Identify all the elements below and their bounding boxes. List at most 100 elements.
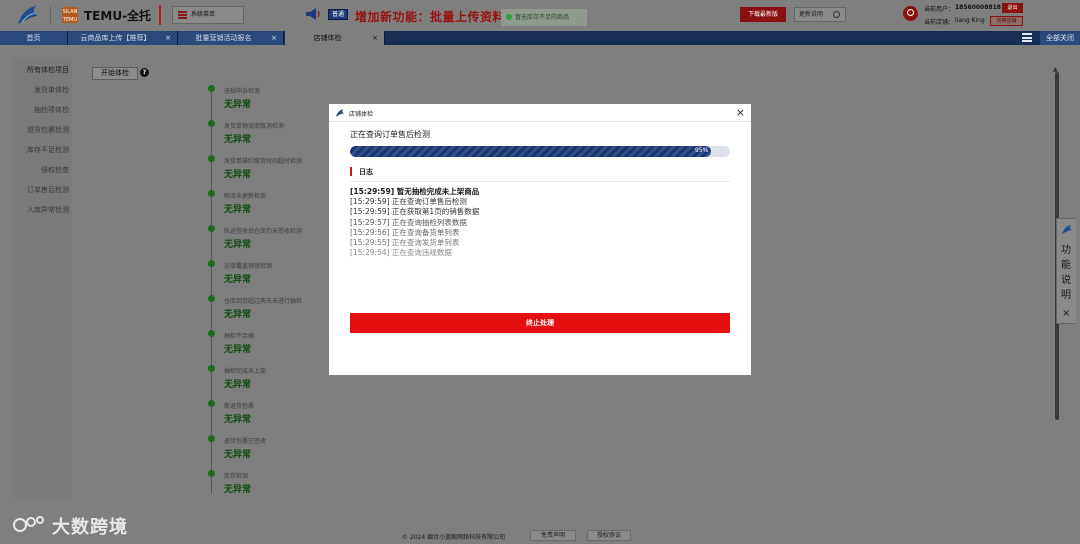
- system-menu-button[interactable]: 系统菜单: [172, 6, 244, 24]
- app-logo-icon: [1062, 225, 1072, 234]
- sidebar-item-all[interactable]: 所有体检项目: [27, 65, 69, 75]
- start-checkup-button[interactable]: 开始体检: [92, 67, 138, 80]
- help-panel-text: 能: [1061, 260, 1071, 271]
- current-store-value: liang King: [955, 17, 985, 24]
- update-notes-label: 更新说明: [799, 11, 824, 18]
- check-item-label: 抽检不合格: [224, 333, 255, 340]
- check-item-label: 仓库到货超过两天未进行抽检: [224, 298, 303, 305]
- checkup-sidebar: 所有体检项目 发货单体检 抽检项体检 退货包裹检测 库存不足检测 侵权检查 订单…: [12, 58, 72, 498]
- tab-cloud-upload[interactable]: 云商品库上传【推荐】 ×: [68, 31, 178, 45]
- tab-batch-marketing[interactable]: 批量营销活动报名 ×: [178, 31, 284, 45]
- tab-close-icon[interactable]: ×: [372, 31, 378, 45]
- help-panel-text: 功: [1061, 245, 1071, 256]
- help-panel-text: 明: [1061, 290, 1071, 301]
- system-menu-label: 系统菜单: [191, 11, 216, 18]
- check-status-dot: [208, 295, 215, 302]
- tab-label: 首页: [26, 34, 41, 42]
- log-title: 日志: [359, 168, 373, 176]
- progress-bar: 95%: [350, 146, 730, 157]
- tab-close-icon[interactable]: ×: [271, 31, 277, 45]
- check-item-status: 无异常: [224, 100, 252, 110]
- check-item-label: 运单覆盖预借检测: [224, 263, 273, 270]
- check-status-dot: [208, 330, 215, 337]
- app-logo-icon[interactable]: [16, 4, 40, 26]
- modal-title: 店铺体检: [349, 111, 374, 118]
- tab-store-checkup[interactable]: 店铺体检 ×: [285, 31, 385, 45]
- check-status-dot: [208, 435, 215, 442]
- check-item-label: 违规申诉检测: [224, 88, 261, 95]
- progress-text: 95%: [695, 147, 709, 154]
- stop-processing-button[interactable]: 终止处理: [350, 313, 730, 333]
- megaphone-icon: [306, 8, 320, 20]
- check-item-status: 无异常: [224, 485, 252, 495]
- announcement-text[interactable]: 增加新功能：批量上传资料: [355, 8, 505, 25]
- sidebar-item-inbound[interactable]: 入库异常检测: [27, 205, 69, 215]
- disclaimer-button[interactable]: 免责声明: [530, 530, 576, 541]
- check-item-label: 物流未更新检测: [224, 193, 267, 200]
- check-item-status: 无异常: [224, 380, 252, 390]
- check-item-label: 轨迹签收后仓库仍未签收检测: [224, 228, 303, 235]
- check-status-dot: [208, 400, 215, 407]
- checking-status: 正在查询订单售后检测: [350, 130, 430, 139]
- log-marker: [350, 167, 352, 176]
- user-avatar-icon[interactable]: [903, 6, 918, 21]
- help-panel-text: 说: [1061, 275, 1071, 286]
- check-status-dot: [208, 225, 215, 232]
- info-icon: [833, 11, 840, 18]
- tab-label: 云商品库上传【推荐】: [80, 34, 151, 42]
- modal-header: 店铺体检 ×: [329, 104, 751, 122]
- license-button[interactable]: 授权协议: [587, 530, 631, 541]
- check-status-dot: [208, 85, 215, 92]
- tab-home[interactable]: 首页: [0, 31, 68, 45]
- tab-label: 批量营销活动报名: [195, 34, 252, 42]
- log-entry: [15:29:54] 正在查询违规数据: [350, 248, 452, 258]
- sidebar-item-infringement[interactable]: 侵权检查: [41, 165, 69, 175]
- check-item-status: 无异常: [224, 310, 252, 320]
- help-icon[interactable]: ?: [140, 68, 149, 77]
- feature-help-panel[interactable]: 功 能 说 明 ×: [1056, 218, 1076, 324]
- check-status-dot: [208, 470, 215, 477]
- sidebar-item-low-stock[interactable]: 库存不足检测: [27, 145, 69, 155]
- watermark-logo-icon: [13, 516, 44, 532]
- close-icon[interactable]: ×: [1062, 308, 1070, 319]
- tab-label: 店铺体检: [313, 34, 342, 42]
- tab-list-icon[interactable]: [1022, 33, 1032, 42]
- sidebar-item-returns[interactable]: 退货包裹检测: [27, 125, 69, 135]
- temu-logo-icon: SILAN TEMU: [62, 7, 78, 23]
- list-icon: [178, 11, 187, 19]
- check-status-dot: [208, 365, 215, 372]
- app-title: TEMU-全托: [84, 9, 152, 23]
- check-item-status: 无异常: [224, 205, 252, 215]
- app-logo-icon: [335, 109, 345, 117]
- checkup-modal: 店铺体检 × 正在查询订单售后检测 95% 日志 [15:29:59] 暂无抽检…: [329, 104, 751, 375]
- check-status-dot: [208, 155, 215, 162]
- sidebar-item-after-sales[interactable]: 订单售后检测: [27, 185, 69, 195]
- log-divider: [350, 181, 730, 182]
- sidebar-item-sampling[interactable]: 抽检项体检: [34, 105, 69, 115]
- progress-fill: [350, 146, 711, 157]
- update-notes-button[interactable]: 更新说明: [794, 7, 846, 22]
- close-icon[interactable]: ×: [736, 106, 745, 119]
- check-item-status: 无异常: [224, 275, 252, 285]
- tab-close-icon[interactable]: ×: [165, 31, 171, 45]
- check-item-label: 退货包裹已签收: [224, 438, 267, 445]
- check-item-status: 无异常: [224, 240, 252, 250]
- logout-button[interactable]: 退出: [1002, 3, 1023, 13]
- switch-store-button[interactable]: 切换店铺: [990, 16, 1023, 26]
- check-item-status: 无异常: [224, 135, 252, 145]
- current-user-value: 18560008818: [955, 4, 1001, 11]
- top-header: SILAN TEMU TEMU-全托 系统菜单 普通 增加新功能：批量上传资料 …: [0, 0, 1080, 30]
- check-item-status: 无异常: [224, 415, 252, 425]
- check-item-status: 无异常: [224, 450, 252, 460]
- sidebar-item-shipping[interactable]: 发货单体检: [34, 85, 69, 95]
- download-latest-button[interactable]: 下载最新版: [740, 7, 786, 22]
- copyright-text: © 2024 烟台小蓝鲸网络科技有限公司: [402, 534, 506, 541]
- timeline-line: [211, 88, 212, 493]
- check-status-dot: [208, 120, 215, 127]
- toast-text: 暂无库存不足的商品: [515, 14, 570, 21]
- check-item-status: 无异常: [224, 345, 252, 355]
- close-all-tabs-button[interactable]: 全部关闭: [1040, 31, 1080, 45]
- check-item-label: 发货单物流商取消检测: [224, 123, 285, 130]
- watermark-text: 大数跨境: [52, 517, 128, 538]
- header-accent-bar: [159, 5, 161, 25]
